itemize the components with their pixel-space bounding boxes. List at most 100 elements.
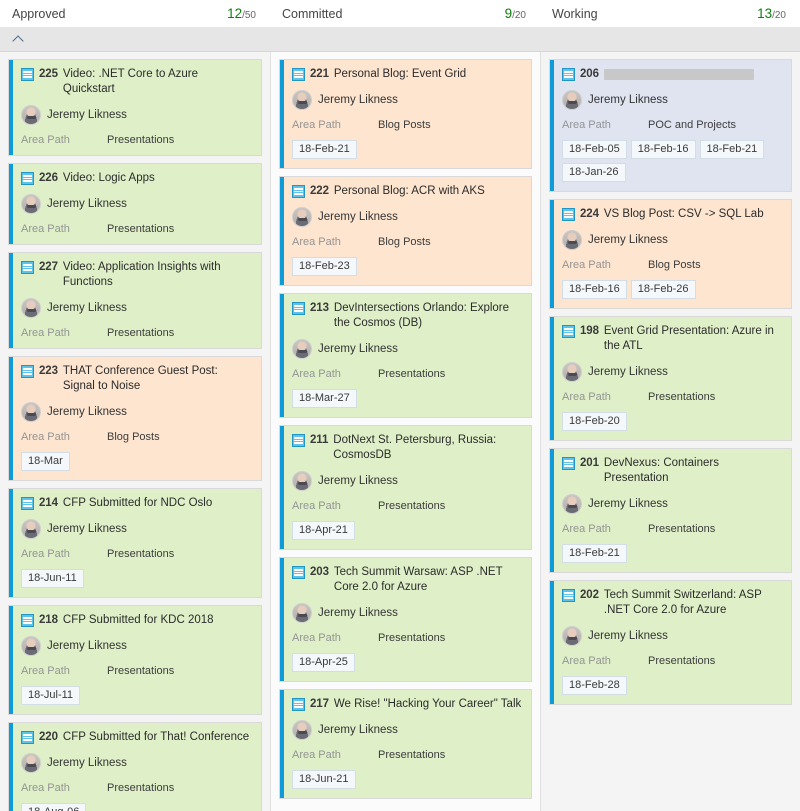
collapse-chevron-button[interactable] [6, 28, 30, 50]
work-item-card[interactable]: 203 Tech Summit Warsaw: ASP .NET Core 2.0… [279, 557, 532, 682]
work-item-id[interactable]: 214 [39, 496, 58, 511]
work-item-card[interactable]: 227 Video: Application Insights with Func… [8, 252, 262, 349]
card-tag[interactable]: 18-Apr-21 [292, 521, 355, 540]
card-title-row: 226 Video: Logic Apps [21, 171, 252, 186]
column-count-limit: /50 [242, 10, 256, 21]
work-item-title[interactable]: CFP Submitted for KDC 2018 [63, 613, 214, 628]
column-header-working[interactable]: Working 13/20 [540, 0, 800, 27]
work-item-card[interactable]: 201 DevNexus: Containers Presentation Jere… [549, 448, 792, 573]
card-tag[interactable]: 18-Feb-28 [562, 676, 627, 695]
work-item-backlog-icon [562, 457, 575, 470]
work-item-card[interactable]: 222 Personal Blog: ACR with AKS Jeremy Lik… [279, 176, 532, 286]
card-tag[interactable]: 18-Jul-11 [21, 686, 81, 705]
card-tag[interactable]: 18-Feb-05 [562, 140, 627, 159]
work-item-title[interactable]: DevNexus: Containers Presentation [604, 456, 782, 486]
work-item-title[interactable]: Video: .NET Core to Azure Quickstart [63, 67, 252, 97]
card-tag[interactable]: 18-Apr-25 [292, 653, 355, 672]
work-item-title[interactable]: Tech Summit Switzerland: ASP .NET Core 2… [604, 588, 782, 618]
work-item-id[interactable]: 221 [310, 67, 329, 82]
work-item-id[interactable]: 226 [39, 171, 58, 186]
card-field-row: Area Path Presentations [21, 665, 252, 677]
work-item-title[interactable]: CFP Submitted for NDC Oslo [63, 496, 212, 511]
work-item-card[interactable]: 214 CFP Submitted for NDC Oslo Jeremy Likn… [8, 488, 262, 598]
work-item-card[interactable]: 198 Event Grid Presentation: Azure in the… [549, 316, 792, 441]
card-assignee-row: Jeremy Likness [292, 603, 522, 623]
work-item-title[interactable]: Video: Logic Apps [63, 171, 155, 186]
work-item-card[interactable]: 220 CFP Submitted for That! Conference Jer… [8, 722, 262, 811]
work-item-card[interactable]: 224 VS Blog Post: CSV -> SQL Lab Jeremy Li… [549, 199, 792, 309]
work-item-card[interactable]: 213 DevIntersections Orlando: Explore the… [279, 293, 532, 418]
avatar [562, 494, 582, 514]
chevron-up-icon [12, 34, 24, 47]
work-item-backlog-icon [292, 68, 305, 81]
work-item-id[interactable]: 220 [39, 730, 58, 745]
card-tag[interactable]: 18-Feb-21 [292, 140, 357, 159]
work-item-id[interactable]: 202 [580, 588, 599, 603]
column-header-approved[interactable]: Approved 12/50 [0, 0, 270, 27]
work-item-id[interactable]: 218 [39, 613, 58, 628]
work-item-card[interactable]: 211 DotNext St. Petersburg, Russia: Cosmo… [279, 425, 532, 550]
card-tag[interactable]: 18-Feb-23 [292, 257, 357, 276]
card-tag[interactable]: 18-Mar [21, 452, 70, 471]
card-title-row: 203 Tech Summit Warsaw: ASP .NET Core 2.0… [292, 565, 522, 595]
card-tag[interactable]: 18-Feb-26 [630, 280, 696, 299]
avatar [21, 105, 41, 125]
column-approved[interactable]: 225 Video: .NET Core to Azure Quickstart J… [0, 52, 270, 811]
work-item-card[interactable]: 226 Video: Logic Apps Jeremy Likness Area P… [8, 163, 262, 245]
work-item-title[interactable]: DotNext St. Petersburg, Russia: CosmosDB [333, 433, 522, 463]
card-tag[interactable]: 18-Jan-26 [562, 163, 626, 182]
work-item-title[interactable]: We Rise! "Hacking Your Career" Talk [334, 697, 521, 712]
card-title-row: 220 CFP Submitted for That! Conference [21, 730, 252, 745]
column-count-limit: /20 [512, 10, 526, 21]
work-item-id[interactable]: 225 [39, 67, 58, 82]
card-tag[interactable]: 18-Feb-21 [699, 140, 765, 159]
work-item-card[interactable]: 223 THAT Conference Guest Post: Signal to… [8, 356, 262, 481]
card-tag-row: 18-Jul-11 [21, 686, 252, 705]
card-tag[interactable]: 18-Feb-16 [562, 280, 627, 299]
work-item-title-redacted[interactable] [603, 69, 754, 80]
work-item-id[interactable]: 217 [310, 697, 329, 712]
card-tag-row: 18-Aug-06 [21, 803, 252, 811]
work-item-card[interactable]: 221 Personal Blog: Event Grid Jeremy Likne… [279, 59, 532, 169]
column-working[interactable]: 206 Jeremy Likness Area Path POC and Projec… [540, 52, 800, 811]
work-item-id[interactable]: 198 [580, 324, 599, 339]
field-label-area-path: Area Path [21, 223, 70, 235]
card-tag[interactable]: 18-Feb-20 [562, 412, 627, 431]
card-title-row: 224 VS Blog Post: CSV -> SQL Lab [562, 207, 782, 222]
work-item-id[interactable]: 227 [39, 260, 58, 275]
work-item-id[interactable]: 224 [580, 207, 599, 222]
card-tag[interactable]: 18-Aug-06 [21, 803, 87, 811]
work-item-card[interactable]: 206 Jeremy Likness Area Path POC and Projec… [549, 59, 792, 192]
column-committed[interactable]: 221 Personal Blog: Event Grid Jeremy Likne… [270, 52, 540, 811]
work-item-card[interactable]: 225 Video: .NET Core to Azure Quickstart J… [8, 59, 262, 156]
work-item-title[interactable]: CFP Submitted for That! Conference [63, 730, 249, 745]
work-item-id[interactable]: 211 [310, 433, 328, 448]
work-item-id[interactable]: 222 [310, 184, 329, 199]
work-item-title[interactable]: Personal Blog: Event Grid [334, 67, 466, 82]
card-tag[interactable]: 18-Feb-16 [630, 140, 696, 159]
work-item-title[interactable]: VS Blog Post: CSV -> SQL Lab [604, 207, 764, 222]
work-item-card[interactable]: 218 CFP Submitted for KDC 2018 Jeremy Likn… [8, 605, 262, 715]
work-item-title[interactable]: DevIntersections Orlando: Explore the Co… [334, 301, 522, 331]
card-tag[interactable]: 18-Jun-21 [292, 770, 356, 789]
work-item-title[interactable]: THAT Conference Guest Post: Signal to No… [63, 364, 252, 394]
card-tag[interactable]: 18-Feb-21 [562, 544, 627, 563]
column-header-committed[interactable]: Committed 9/20 [270, 0, 540, 27]
work-item-id[interactable]: 213 [310, 301, 329, 316]
card-tag-row: 18-Apr-25 [292, 653, 522, 672]
work-item-id[interactable]: 203 [310, 565, 329, 580]
work-item-title[interactable]: Event Grid Presentation: Azure in the AT… [604, 324, 782, 354]
work-item-card[interactable]: 202 Tech Summit Switzerland: ASP .NET Cor… [549, 580, 792, 705]
work-item-id[interactable]: 223 [39, 364, 58, 379]
card-tag[interactable]: 18-Jun-11 [21, 569, 84, 588]
card-assignee-row: Jeremy Likness [21, 519, 252, 539]
card-tag-row: 18-Feb-21 [562, 544, 782, 563]
work-item-card[interactable]: 217 We Rise! "Hacking Your Career" Talk Je… [279, 689, 532, 799]
work-item-title[interactable]: Personal Blog: ACR with AKS [334, 184, 485, 199]
card-tag[interactable]: 18-Mar-27 [292, 389, 357, 408]
field-value-area-path: Presentations [107, 548, 175, 560]
work-item-title[interactable]: Tech Summit Warsaw: ASP .NET Core 2.0 fo… [334, 565, 522, 595]
work-item-id[interactable]: 206 [580, 67, 599, 82]
work-item-title[interactable]: Video: Application Insights with Functio… [63, 260, 252, 290]
work-item-id[interactable]: 201 [580, 456, 599, 471]
